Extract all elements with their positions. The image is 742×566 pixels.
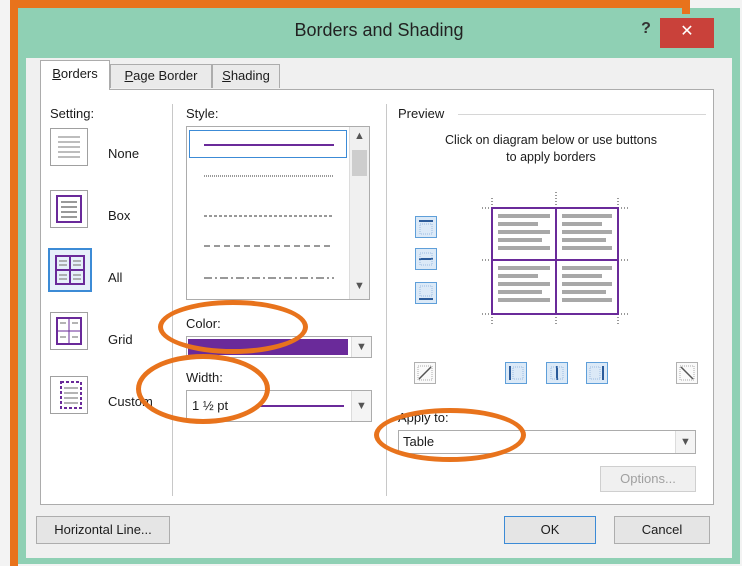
style-label: Style:: [186, 106, 219, 121]
highlight-frame-right: [682, 0, 690, 14]
style-lines[interactable]: [186, 126, 350, 300]
diagonal-up-border-button[interactable]: [676, 362, 698, 384]
color-chevron-down-icon[interactable]: ▼: [351, 337, 371, 357]
setting-all-icon[interactable]: [48, 248, 92, 292]
highlight-frame-top: [10, 0, 690, 8]
setting-box-label[interactable]: Box: [108, 208, 130, 223]
horizontal-line-button[interactable]: Horizontal Line...: [36, 516, 170, 544]
setting-none-icon[interactable]: [50, 128, 88, 166]
annotation-oval-width: [136, 354, 270, 424]
setting-label: Setting:: [50, 106, 95, 121]
tab-shading[interactable]: Shading: [212, 64, 280, 88]
inside-horizontal-border-button[interactable]: [415, 248, 437, 270]
dialog-title: Borders and Shading: [294, 20, 464, 40]
ok-button[interactable]: OK: [504, 516, 596, 544]
tab-page-border-label: age Border: [133, 68, 198, 83]
tab-shading-label: hading: [230, 68, 270, 83]
setting-grid-icon[interactable]: [50, 312, 88, 350]
preview-label: Preview: [398, 106, 445, 121]
bottom-border-button[interactable]: [415, 282, 437, 304]
inside-vertical-border-button[interactable]: [546, 362, 568, 384]
width-chevron-down-icon[interactable]: ▼: [351, 391, 371, 421]
setting-grid-label[interactable]: Grid: [108, 332, 133, 347]
tab-shading-accel: S: [222, 68, 231, 83]
tab-borders[interactable]: Borders: [40, 60, 110, 90]
preview-diagram[interactable]: [478, 188, 638, 328]
left-border-button[interactable]: [505, 362, 527, 384]
setting-box-icon[interactable]: [50, 190, 88, 228]
annotation-oval-apply-to: [374, 408, 526, 462]
close-button[interactable]: ✕: [660, 18, 714, 48]
setting-box-text: Box: [108, 208, 131, 223]
setting-none-label[interactable]: None: [108, 146, 139, 161]
tab-borders-label: orders: [60, 66, 98, 81]
scroll-down-icon[interactable]: ▼: [352, 280, 367, 292]
preview-separator: [458, 114, 706, 115]
highlight-frame-left: [10, 0, 18, 566]
style-scroll-thumb[interactable]: [352, 150, 367, 176]
cancel-button[interactable]: Cancel: [614, 516, 710, 544]
scroll-up-icon[interactable]: ▲: [352, 130, 367, 142]
setting-all-label[interactable]: All: [108, 270, 122, 285]
annotation-oval-color: [158, 300, 308, 354]
width-line-sample: [256, 405, 344, 407]
apply-to-chevron-down-icon[interactable]: ▼: [675, 431, 695, 453]
divider-setting-style: [172, 104, 173, 496]
tab-page-border-accel: P: [124, 68, 134, 83]
diagonal-down-border-button[interactable]: [414, 362, 436, 384]
help-button[interactable]: ?: [636, 20, 656, 44]
preview-hint: Click on diagram below or use buttons to…: [445, 133, 657, 164]
tab-page-border[interactable]: Page Border: [110, 64, 212, 88]
right-border-button[interactable]: [586, 362, 608, 384]
tab-borders-accel: B: [52, 66, 61, 81]
options-button[interactable]: Options...: [600, 466, 696, 492]
setting-custom-icon[interactable]: [50, 376, 88, 414]
top-border-button[interactable]: [415, 216, 437, 238]
